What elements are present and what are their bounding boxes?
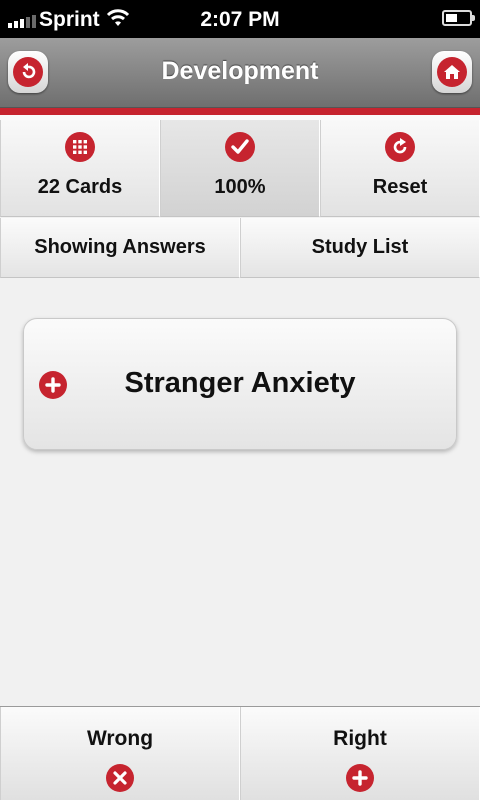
home-icon: [437, 57, 467, 87]
score-button[interactable]: 100%: [160, 120, 320, 217]
right-button[interactable]: Right: [240, 707, 480, 800]
card-count-button[interactable]: 22 Cards: [0, 120, 160, 217]
card-count-label: 22 Cards: [37, 176, 123, 198]
home-button[interactable]: [432, 51, 472, 93]
status-time: 2:07 PM: [200, 8, 280, 31]
reset-label: Reset: [372, 176, 428, 198]
score-label: 100%: [214, 176, 266, 198]
tab-showing-answers[interactable]: Showing Answers: [0, 218, 240, 278]
flashcard-term: Stranger Anxiety: [124, 367, 356, 399]
answer-bar: Wrong Right: [0, 706, 480, 800]
battery-icon: [442, 10, 475, 26]
tab-study-list[interactable]: Study List: [240, 218, 480, 278]
grid-icon: [65, 132, 95, 162]
flashcard[interactable]: Stranger Anxiety: [23, 318, 457, 450]
reset-button[interactable]: Reset: [320, 120, 480, 217]
view-tabs: Showing Answers Study List: [0, 218, 480, 278]
x-circle-icon: [106, 764, 134, 792]
page-title: Development: [161, 57, 319, 85]
wrong-button[interactable]: Wrong: [0, 707, 240, 800]
check-icon: [225, 132, 255, 162]
nav-header: Development: [0, 38, 480, 108]
wrong-label: Wrong: [86, 727, 154, 750]
right-label: Right: [333, 727, 387, 750]
stats-bar: 22 Cards 100% Reset: [0, 120, 480, 217]
refresh-icon: [385, 132, 415, 162]
status-bar: Sprint 2:07 PM: [0, 0, 480, 38]
plus-circle-icon: [346, 764, 374, 792]
accent-stripe: [0, 108, 480, 115]
